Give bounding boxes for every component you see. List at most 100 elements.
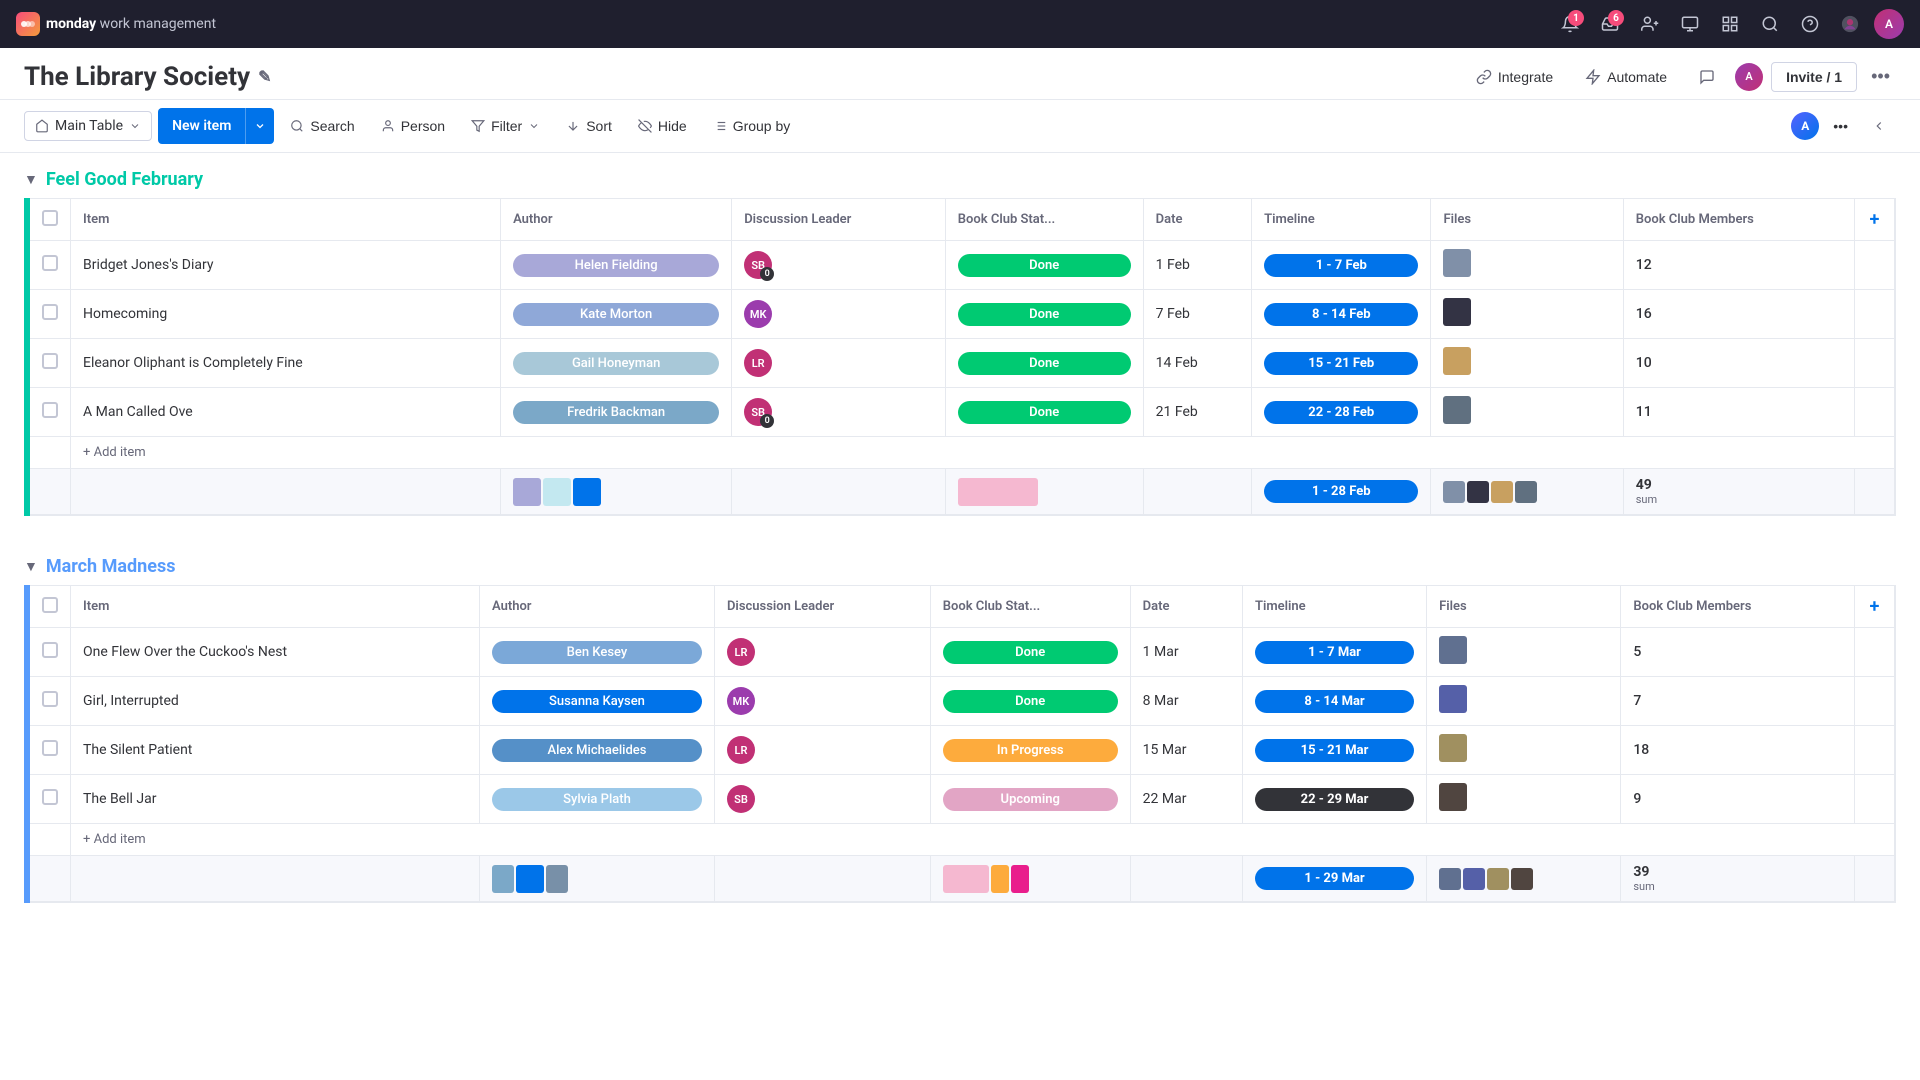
files-cell [1431,339,1623,388]
timeline-cell[interactable]: 15 - 21 Mar [1242,726,1426,775]
integrate-button[interactable]: Integrate [1464,63,1565,91]
add-user-icon[interactable] [1634,8,1666,40]
user-avatar[interactable]: A [1874,9,1904,39]
group-title: Feel Good February [46,169,203,190]
inbox-icon[interactable]: 6 [1594,8,1626,40]
add-col-header[interactable]: + [1855,586,1895,628]
author-cell[interactable]: Kate Morton [501,290,732,339]
status-cell[interactable]: Done [945,241,1143,290]
timeline-cell[interactable]: 15 - 21 Feb [1252,339,1431,388]
timeline-cell[interactable]: 1 - 7 Mar [1242,628,1426,677]
summary-row: 1 - 28 Feb 49 [30,469,1895,515]
status-cell[interactable]: Done [930,628,1130,677]
status-cell[interactable]: Done [945,388,1143,437]
notification-bell[interactable]: 1 [1554,8,1586,40]
author-cell[interactable]: Ben Kesey [479,628,714,677]
row-checkbox[interactable] [30,241,71,290]
status-cell[interactable]: Done [945,290,1143,339]
person-filter-button[interactable]: Person [371,112,455,140]
ai-button[interactable]: A [1791,112,1819,140]
more-toolbar-button[interactable]: ••• [1823,112,1858,140]
brand-logo[interactable]: monday work management [16,12,216,36]
user-apps-icon[interactable] [1834,8,1866,40]
add-col-header[interactable]: + [1855,199,1895,241]
status-cell[interactable]: In Progress [930,726,1130,775]
author-cell[interactable]: Alex Michaelides [479,726,714,775]
status-cell[interactable]: Done [930,677,1130,726]
row-checkbox[interactable] [30,290,71,339]
more-options-button[interactable]: ••• [1865,60,1896,93]
discussion-leader-cell: SB 0 [732,388,946,437]
file-thumbnail[interactable] [1439,783,1467,811]
invite-button[interactable]: Invite / 1 [1771,62,1857,92]
add-item-row[interactable]: + Add item [30,437,1895,469]
new-item-button[interactable]: New item [158,108,274,144]
checkbox-header[interactable] [30,199,71,241]
row-checkbox[interactable] [30,726,71,775]
edit-title-icon[interactable]: ✎ [258,67,278,87]
file-thumbnail[interactable] [1439,734,1467,762]
row-checkbox[interactable] [30,628,71,677]
add-item-row[interactable]: + Add item [30,824,1895,856]
timeline-cell[interactable]: 22 - 28 Feb [1252,388,1431,437]
table-header-row: Item Author Discussion Leader Book Club … [30,586,1895,628]
search-button[interactable]: Search [280,112,364,140]
timeline-cell[interactable]: 8 - 14 Mar [1242,677,1426,726]
add-item-label[interactable]: + Add item [71,824,1895,856]
files-cell [1427,677,1621,726]
group-header-feel-good-february[interactable]: ▼ Feel Good February [24,153,1896,198]
comments-button[interactable] [1687,63,1727,91]
file-thumbnail[interactable] [1443,347,1471,375]
discussion-leader-cell: LR [714,726,930,775]
apps-icon[interactable] [1714,8,1746,40]
group-by-button[interactable]: Group by [703,112,801,140]
file-thumbnail[interactable] [1443,298,1471,326]
date-cell: 1 Feb [1143,241,1251,290]
file-thumbnail[interactable] [1439,636,1467,664]
file-thumbnail[interactable] [1443,396,1471,424]
view-selector[interactable]: Main Table [24,111,152,141]
table-row: One Flew Over the Cuckoo's Nest ⊕ Ben Ke… [30,628,1895,677]
files-header: Files [1431,199,1623,241]
item-header: Item [71,586,480,628]
file-thumbnail[interactable] [1439,685,1467,713]
author-cell[interactable]: Sylvia Plath [479,775,714,824]
new-item-dropdown[interactable] [246,108,274,144]
select-all-checkbox[interactable] [42,597,58,613]
automate-button[interactable]: Automate [1573,63,1679,91]
timeline-cell[interactable]: 8 - 14 Feb [1252,290,1431,339]
timeline-cell[interactable]: 22 - 29 Mar [1242,775,1426,824]
author-cell[interactable]: Fredrik Backman [501,388,732,437]
new-item-main[interactable]: New item [158,108,246,144]
filter-button[interactable]: Filter [461,112,550,140]
files-cell [1431,290,1623,339]
item-cell: The Silent Patient ⊕ [71,726,480,775]
group-title: March Madness [46,556,176,577]
row-checkbox[interactable] [30,388,71,437]
file-thumbnail[interactable] [1443,249,1471,277]
group-header-march-madness[interactable]: ▼ March Madness [24,540,1896,585]
status-cell[interactable]: Done [945,339,1143,388]
sort-button[interactable]: Sort [556,112,622,140]
search-icon[interactable] [1754,8,1786,40]
row-checkbox[interactable] [30,339,71,388]
members-summary: 49 sum [1623,469,1854,515]
collapse-button[interactable] [1862,113,1896,139]
files-cell [1427,628,1621,677]
home-icon[interactable] [1674,8,1706,40]
author-cell[interactable]: Gail Honeyman [501,339,732,388]
author-cell[interactable]: Susanna Kaysen [479,677,714,726]
item-cell: Eleanor Oliphant is Completely Fine ⊕ [71,339,501,388]
group-table: Item Author Discussion Leader Book Club … [30,199,1895,515]
help-icon[interactable] [1794,8,1826,40]
row-checkbox[interactable] [30,775,71,824]
row-checkbox[interactable] [30,677,71,726]
add-item-label[interactable]: + Add item [71,437,1895,469]
checkbox-header[interactable] [30,586,71,628]
members-cell: 18 [1621,726,1855,775]
select-all-checkbox[interactable] [42,210,58,226]
status-cell[interactable]: Upcoming [930,775,1130,824]
author-cell[interactable]: Helen Fielding [501,241,732,290]
timeline-cell[interactable]: 1 - 7 Feb [1252,241,1431,290]
hide-button[interactable]: Hide [628,112,697,140]
